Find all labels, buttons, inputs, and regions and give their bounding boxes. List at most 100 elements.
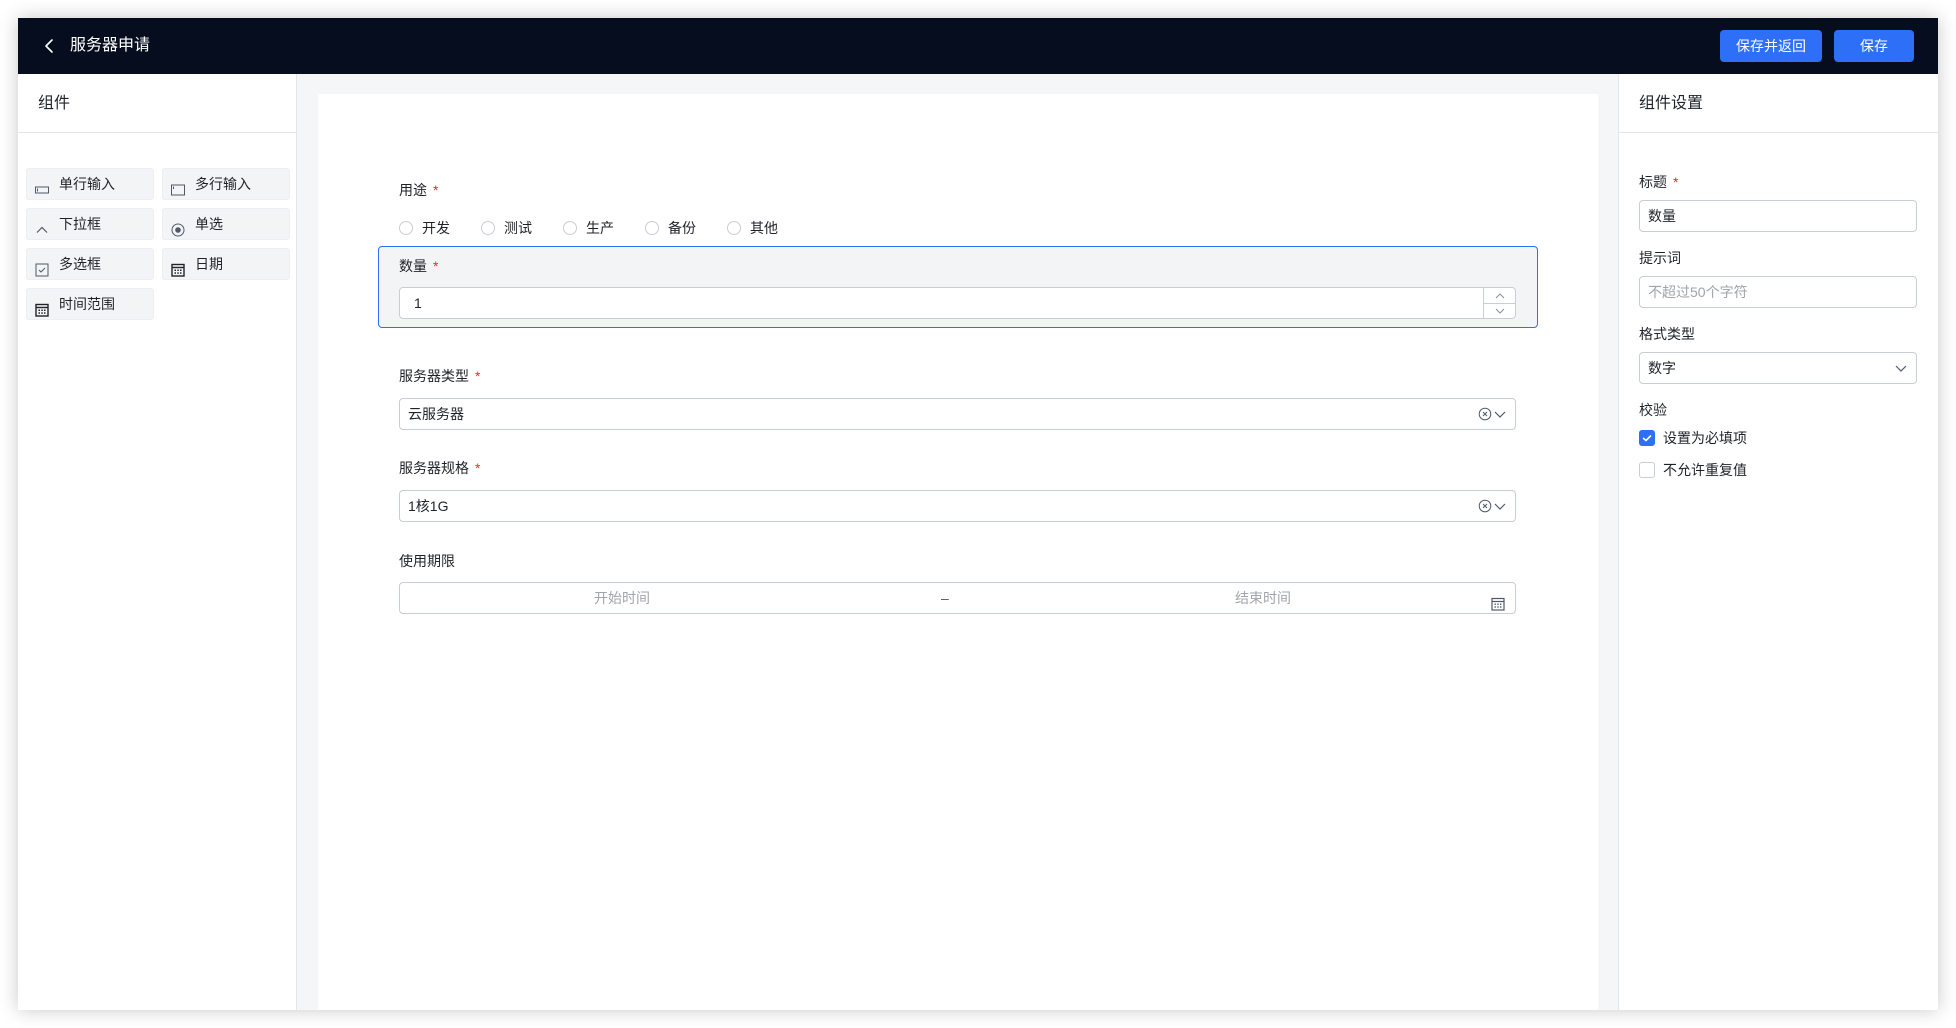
clear-icon[interactable] bbox=[1478, 499, 1492, 513]
range-separator: – bbox=[941, 590, 949, 606]
settings-panel: 组件设置 标题 * 数量 提示词 不超过50个字符 格式类型 数字 校验 设置为必… bbox=[1618, 74, 1938, 1010]
checkbox-checked-icon bbox=[1639, 430, 1655, 446]
chevron-up-icon bbox=[1495, 292, 1504, 298]
component-label: 单选 bbox=[195, 216, 223, 232]
chevron-down-icon[interactable] bbox=[1493, 407, 1507, 421]
component-checkbox[interactable]: 多选框 bbox=[26, 248, 154, 280]
server-spec-value: 1核1G bbox=[408, 498, 449, 514]
component-time-range[interactable]: 时间范围 bbox=[26, 288, 154, 320]
quantity-value: 1 bbox=[414, 295, 422, 311]
format-type-label: 格式类型 bbox=[1639, 326, 1695, 342]
save-button[interactable]: 保存 bbox=[1834, 30, 1914, 62]
format-type-select[interactable]: 数字 bbox=[1639, 352, 1917, 384]
server-type-label: 服务器类型 * bbox=[399, 366, 480, 386]
radio-circle-icon bbox=[399, 221, 413, 235]
server-spec-label: 服务器规格 * bbox=[399, 458, 480, 478]
chevron-down-icon bbox=[1895, 365, 1907, 372]
component-dropdown[interactable]: 下拉框 bbox=[26, 208, 154, 240]
settings-panel-title: 组件设置 bbox=[1619, 74, 1938, 133]
radio-option-other[interactable]: 其他 bbox=[727, 218, 778, 238]
component-single-line-input[interactable]: 单行输入 bbox=[26, 168, 154, 200]
quantity-stepper[interactable]: 1 bbox=[399, 287, 1516, 319]
radio-circle-icon bbox=[563, 221, 577, 235]
increment-button[interactable] bbox=[1484, 288, 1515, 303]
component-label: 多行输入 bbox=[195, 176, 251, 192]
decrement-button[interactable] bbox=[1484, 303, 1515, 318]
required-mark: * bbox=[475, 460, 481, 476]
radio-option-label: 生产 bbox=[586, 220, 614, 236]
radio-option-label: 开发 bbox=[422, 220, 450, 236]
purpose-label: 用途 * bbox=[399, 180, 438, 200]
radio-circle-icon bbox=[727, 221, 741, 235]
required-mark: * bbox=[1673, 174, 1679, 190]
components-panel-title: 组件 bbox=[18, 74, 296, 133]
format-type-value: 数字 bbox=[1648, 360, 1676, 376]
stepper-controls bbox=[1483, 288, 1515, 318]
radio-circle-icon bbox=[481, 221, 495, 235]
hint-field-label: 提示词 bbox=[1639, 250, 1681, 266]
calendar-range-icon bbox=[35, 297, 49, 317]
multi-line-input-icon bbox=[171, 177, 185, 196]
clear-icon[interactable] bbox=[1478, 407, 1492, 421]
checkbox-icon bbox=[35, 257, 49, 277]
quantity-field-selected[interactable]: 数量 * 1 bbox=[378, 246, 1538, 328]
start-time-input[interactable]: 开始时间 bbox=[594, 583, 650, 613]
title-field-label-text: 标题 bbox=[1639, 174, 1667, 190]
component-date[interactable]: 日期 bbox=[162, 248, 290, 280]
validation-label: 校验 bbox=[1639, 402, 1667, 418]
required-mark: * bbox=[475, 368, 481, 384]
server-spec-select[interactable]: 1核1G bbox=[399, 490, 1516, 522]
calendar-icon bbox=[171, 257, 185, 277]
server-type-select[interactable]: 云服务器 bbox=[399, 398, 1516, 430]
component-radio[interactable]: 单选 bbox=[162, 208, 290, 240]
checkbox-unchecked-icon bbox=[1639, 462, 1655, 478]
usage-period-label-text: 使用期限 bbox=[399, 553, 455, 569]
radio-option-test[interactable]: 测试 bbox=[481, 218, 532, 238]
form-canvas: 用途 * 开发 测试 生产 备份 其他 数量 * 1 服务器类型 * 云服务器 … bbox=[318, 94, 1598, 1010]
radio-option-label: 备份 bbox=[668, 220, 696, 236]
quantity-label: 数量 * bbox=[399, 256, 438, 276]
save-and-return-button[interactable]: 保存并返回 bbox=[1720, 30, 1822, 62]
required-mark: * bbox=[433, 258, 439, 274]
components-panel: 组件 单行输入 多行输入 下拉框 单选 多选框 日期 时间范围 bbox=[18, 74, 297, 1010]
end-time-input[interactable]: 结束时间 bbox=[1235, 583, 1291, 613]
component-multi-line-input[interactable]: 多行输入 bbox=[162, 168, 290, 200]
radio-option-backup[interactable]: 备份 bbox=[645, 218, 696, 238]
radio-circle-icon bbox=[645, 221, 659, 235]
component-label: 多选框 bbox=[59, 256, 101, 272]
radio-option-dev[interactable]: 开发 bbox=[399, 218, 450, 238]
usage-period-range-picker[interactable]: 开始时间 – 结束时间 bbox=[399, 582, 1516, 614]
top-bar: 服务器申请 保存并返回 保存 bbox=[18, 18, 1938, 74]
component-label: 日期 bbox=[195, 256, 223, 272]
select-icons bbox=[1478, 407, 1507, 421]
select-icons bbox=[1478, 499, 1507, 513]
required-checkbox[interactable]: 设置为必填项 bbox=[1639, 428, 1747, 448]
usage-period-label: 使用期限 bbox=[399, 551, 455, 571]
radio-option-production[interactable]: 生产 bbox=[563, 218, 614, 238]
chevron-left-icon[interactable] bbox=[40, 35, 60, 57]
hint-input[interactable]: 不超过50个字符 bbox=[1639, 276, 1917, 308]
single-line-input-icon bbox=[35, 177, 49, 194]
radio-option-label: 其他 bbox=[750, 220, 778, 236]
title-field-label: 标题 * bbox=[1639, 172, 1678, 192]
purpose-label-text: 用途 bbox=[399, 182, 427, 198]
checkbox-label: 设置为必填项 bbox=[1663, 430, 1747, 446]
required-mark: * bbox=[433, 182, 439, 198]
component-label: 下拉框 bbox=[59, 216, 101, 232]
component-label: 时间范围 bbox=[59, 296, 115, 312]
calendar-icon[interactable] bbox=[1491, 591, 1505, 621]
dropdown-icon bbox=[35, 217, 49, 233]
server-spec-label-text: 服务器规格 bbox=[399, 460, 469, 476]
page-title: 服务器申请 bbox=[70, 37, 151, 54]
radio-option-label: 测试 bbox=[504, 220, 532, 236]
component-label: 单行输入 bbox=[59, 176, 115, 192]
chevron-down-icon[interactable] bbox=[1493, 499, 1507, 513]
app-window: 服务器申请 保存并返回 保存 组件 单行输入 多行输入 下拉框 单选 多选框 日… bbox=[18, 18, 1938, 1010]
radio-icon bbox=[171, 217, 185, 237]
checkbox-label: 不允许重复值 bbox=[1663, 462, 1747, 478]
server-type-value: 云服务器 bbox=[408, 406, 464, 422]
chevron-down-icon bbox=[1495, 308, 1504, 314]
server-type-label-text: 服务器类型 bbox=[399, 368, 469, 384]
no-duplicate-checkbox[interactable]: 不允许重复值 bbox=[1639, 460, 1747, 480]
title-input[interactable]: 数量 bbox=[1639, 200, 1917, 232]
